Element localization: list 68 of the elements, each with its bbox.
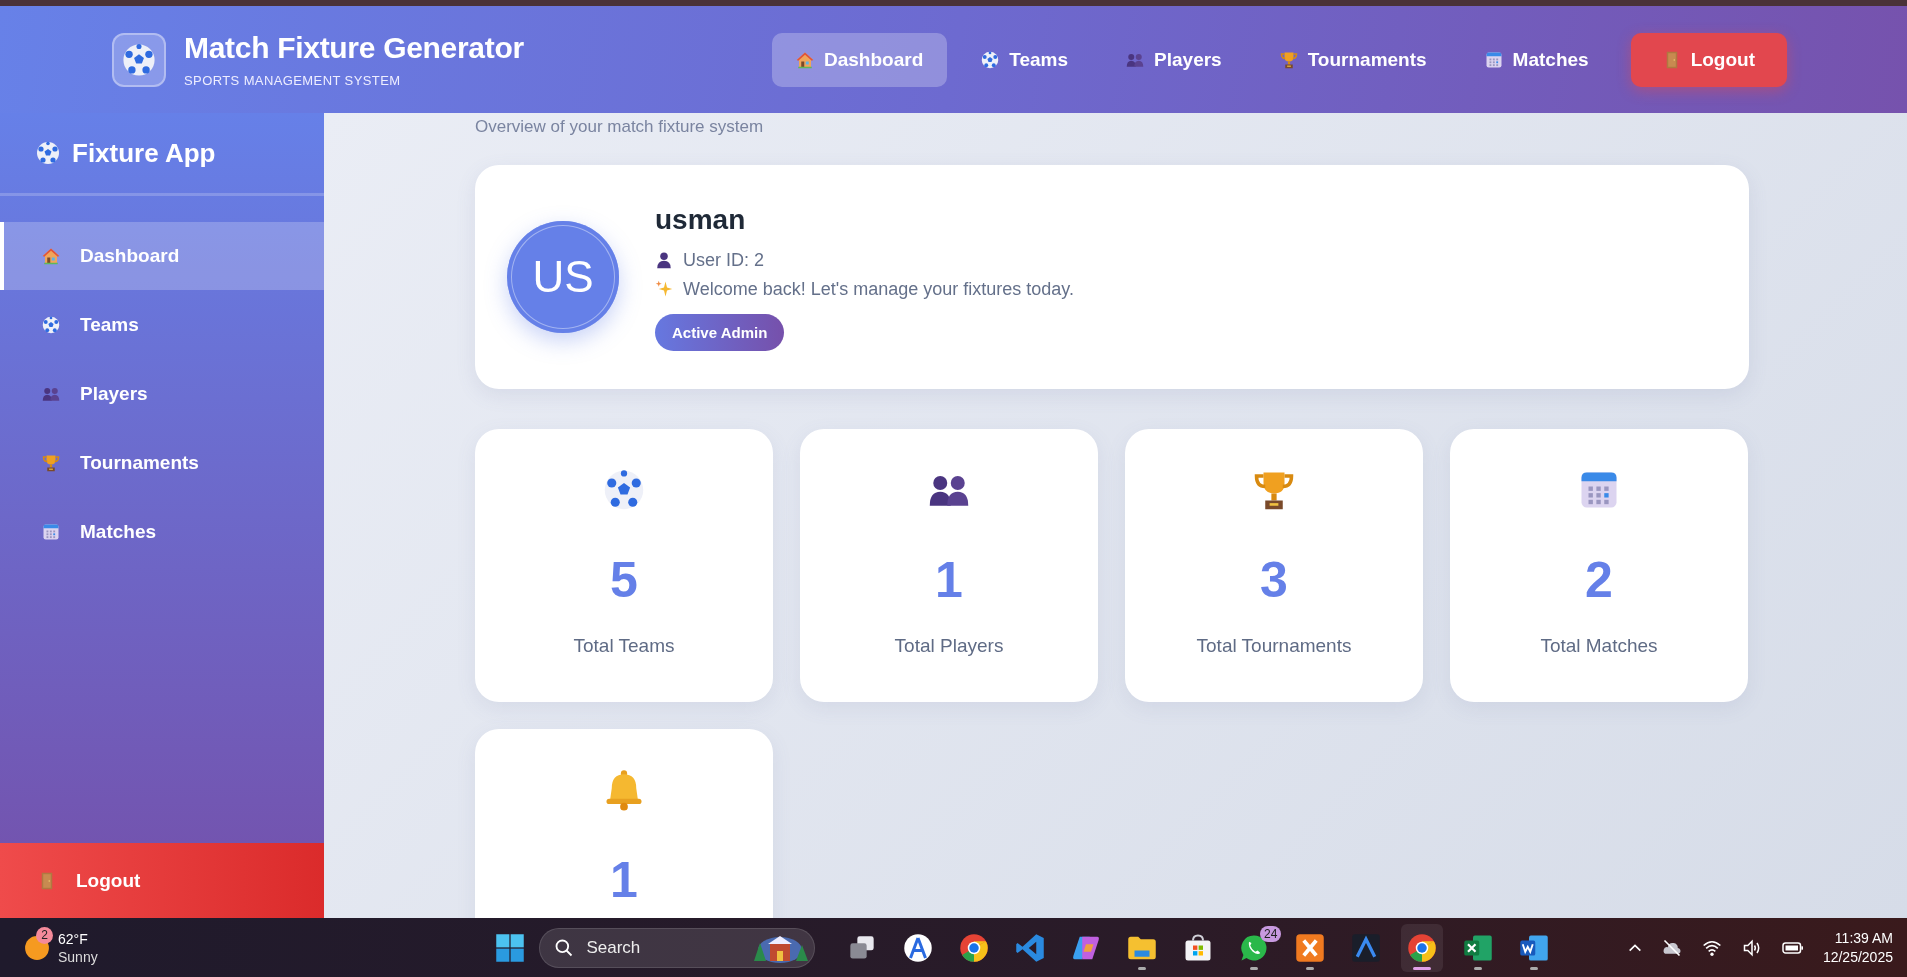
running-indicator [1306, 966, 1315, 970]
clock-date: 12/25/2025 [1822, 949, 1893, 965]
app-title: Match Fixture Generator [184, 31, 524, 65]
running-indicator [1138, 966, 1147, 970]
welcome-message: Welcome back! Let's manage your fixtures today. [683, 278, 1074, 300]
sidebar-brand: Fixture App [72, 137, 216, 169]
calendar-icon [1484, 50, 1503, 69]
logout-button[interactable]: Logout [1630, 32, 1787, 87]
sidebar-item[interactable]: Teams [0, 291, 324, 359]
nav-link[interactable]: Players [1102, 32, 1246, 87]
running-indicator [1530, 966, 1539, 970]
person-icon [655, 251, 673, 269]
house-icon [42, 247, 60, 265]
nav-link[interactable]: Teams [957, 32, 1093, 87]
calendar-icon [42, 523, 60, 541]
nav-link[interactable]: Tournaments [1255, 32, 1451, 87]
search-input[interactable]: Search [584, 936, 739, 959]
stat-value: 3 [1260, 551, 1288, 609]
stat-label: Total Matches [1540, 635, 1658, 657]
temperature: 62°F [58, 930, 89, 947]
search-icon [554, 937, 575, 958]
stat-value: 2 [1585, 551, 1613, 609]
sidebar-item[interactable]: Tournaments [0, 429, 324, 497]
sidebar-item[interactable]: Dashboard [0, 222, 324, 290]
stat-label: Total Teams [573, 635, 675, 657]
sidebar-item[interactable]: Matches [0, 498, 324, 566]
stat-value: 1 [935, 551, 963, 609]
logout-button[interactable]: Logout [0, 843, 324, 918]
chrome-icon[interactable] [959, 932, 990, 963]
trophy-icon [42, 454, 60, 472]
nav-link[interactable]: Matches [1460, 32, 1613, 87]
start-icon[interactable] [495, 932, 526, 963]
user-name: usman [655, 203, 746, 236]
soccer-ball-icon [36, 141, 60, 165]
stat-label: Total Tournaments [1196, 635, 1352, 657]
weather-condition: Sunny [58, 948, 98, 965]
stat-value: 1 [610, 851, 638, 909]
nav-link[interactable]: Dashboard [772, 32, 948, 87]
role-badge: Active Admin [655, 313, 785, 351]
task-view-icon[interactable] [848, 933, 877, 962]
running-indicator [1474, 966, 1483, 970]
notification-badge: 24 [1260, 925, 1282, 942]
soccer-ball-icon [981, 50, 1000, 69]
running-indicator [1250, 966, 1259, 970]
house-icon [796, 50, 814, 69]
avatar: US [507, 221, 619, 333]
soccer-ball-icon [42, 316, 60, 334]
code-editor-icon[interactable] [1015, 932, 1046, 963]
app-subtitle: SPORTS MANAGEMENT SYSTEM [184, 73, 402, 88]
stat-value: 5 [610, 551, 638, 609]
search-bar[interactable]: Search [539, 927, 816, 968]
soccer-ball-icon [122, 42, 156, 77]
user-id: User ID: 2 [683, 249, 765, 271]
people-icon [42, 385, 60, 403]
notification-badge: 2 [36, 926, 53, 944]
sidebar-item[interactable]: Players [0, 360, 324, 428]
page-subtitle: Overview of your match fixture system [475, 117, 765, 138]
compass-app-icon[interactable] [903, 932, 934, 963]
soccer-ball-icon [603, 469, 645, 511]
xampp-icon[interactable] [1295, 932, 1326, 963]
store-icon[interactable] [1183, 932, 1214, 963]
trophy-icon [1279, 50, 1298, 69]
chrome-icon[interactable] [1407, 932, 1438, 963]
stat-label: Total Players [894, 635, 1004, 657]
a-logo-icon[interactable] [1351, 932, 1382, 963]
running-indicator [1413, 966, 1432, 970]
clock-time: 11:39 AM [1834, 930, 1893, 946]
sparkles-icon [655, 280, 673, 298]
